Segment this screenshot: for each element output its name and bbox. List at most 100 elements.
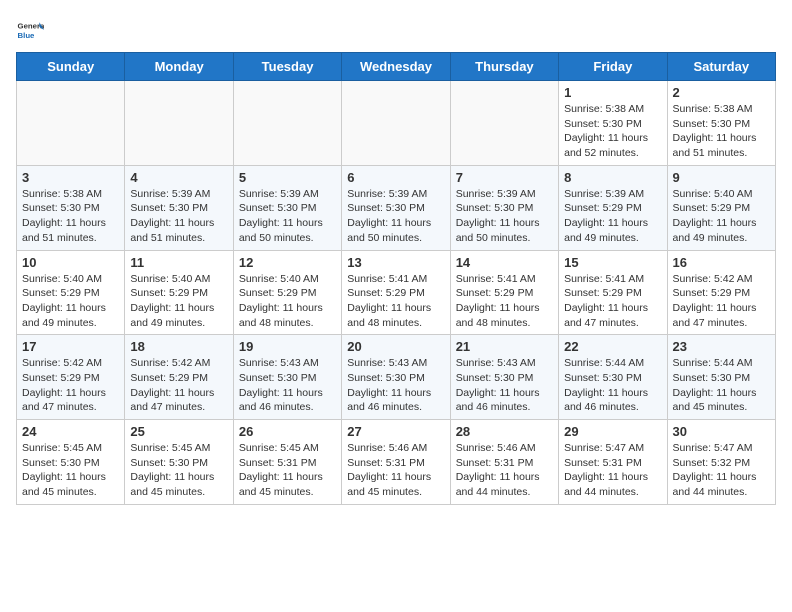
day-detail: Sunrise: 5:45 AM Sunset: 5:30 PM Dayligh… — [22, 441, 119, 500]
day-detail: Sunrise: 5:41 AM Sunset: 5:29 PM Dayligh… — [456, 272, 553, 331]
calendar-cell: 3Sunrise: 5:38 AM Sunset: 5:30 PM Daylig… — [17, 165, 125, 250]
day-detail: Sunrise: 5:41 AM Sunset: 5:29 PM Dayligh… — [564, 272, 661, 331]
day-detail: Sunrise: 5:39 AM Sunset: 5:30 PM Dayligh… — [456, 187, 553, 246]
day-detail: Sunrise: 5:39 AM Sunset: 5:30 PM Dayligh… — [347, 187, 444, 246]
day-detail: Sunrise: 5:39 AM Sunset: 5:30 PM Dayligh… — [239, 187, 336, 246]
day-number: 10 — [22, 255, 119, 270]
day-number: 27 — [347, 424, 444, 439]
calendar-cell: 26 Sunrise: 5:45 AM Sunset: 5:31 PM Dayli… — [233, 420, 341, 505]
logo-icon: General Blue — [16, 16, 44, 44]
day-detail: Sunrise: 5:38 AM Sunset: 5:30 PM Dayligh… — [564, 102, 661, 161]
day-detail: Sunrise: 5:46 AM Sunset: 5:31 PM Dayligh… — [456, 441, 553, 500]
calendar-table: SundayMondayTuesdayWednesdayThursdayFrid… — [16, 52, 776, 505]
day-number: 21 — [456, 339, 553, 354]
calendar-cell: 27 Sunrise: 5:46 AM Sunset: 5:31 PM Dayli… — [342, 420, 450, 505]
calendar-cell: 11Sunrise: 5:40 AM Sunset: 5:29 PM Dayli… — [125, 250, 233, 335]
calendar-cell: 29 Sunrise: 5:47 AM Sunset: 5:31 PM Dayli… — [559, 420, 667, 505]
day-detail: Sunrise: 5:46 AM Sunset: 5:31 PM Dayligh… — [347, 441, 444, 500]
calendar-cell: 15 Sunrise: 5:41 AM Sunset: 5:29 PM Dayli… — [559, 250, 667, 335]
day-number: 7 — [456, 170, 553, 185]
calendar-cell: 12 Sunrise: 5:40 AM Sunset: 5:29 PM Dayli… — [233, 250, 341, 335]
day-detail: Sunrise: 5:44 AM Sunset: 5:30 PM Dayligh… — [673, 356, 770, 415]
day-detail: Sunrise: 5:43 AM Sunset: 5:30 PM Dayligh… — [347, 356, 444, 415]
calendar-cell: 6Sunrise: 5:39 AM Sunset: 5:30 PM Daylig… — [342, 165, 450, 250]
day-number: 2 — [673, 85, 770, 100]
day-detail: Sunrise: 5:45 AM Sunset: 5:31 PM Dayligh… — [239, 441, 336, 500]
day-number: 28 — [456, 424, 553, 439]
day-number: 9 — [673, 170, 770, 185]
day-number: 20 — [347, 339, 444, 354]
day-detail: Sunrise: 5:43 AM Sunset: 5:30 PM Dayligh… — [456, 356, 553, 415]
day-number: 8 — [564, 170, 661, 185]
calendar-cell: 30Sunrise: 5:47 AM Sunset: 5:32 PM Dayli… — [667, 420, 775, 505]
day-number: 16 — [673, 255, 770, 270]
day-number: 19 — [239, 339, 336, 354]
day-number: 15 — [564, 255, 661, 270]
day-detail: Sunrise: 5:42 AM Sunset: 5:29 PM Dayligh… — [130, 356, 227, 415]
calendar-cell — [450, 81, 558, 166]
day-number: 22 — [564, 339, 661, 354]
calendar-cell: 22Sunrise: 5:44 AM Sunset: 5:30 PM Dayli… — [559, 335, 667, 420]
calendar-cell: 13Sunrise: 5:41 AM Sunset: 5:29 PM Dayli… — [342, 250, 450, 335]
header-sunday: Sunday — [17, 53, 125, 81]
calendar-cell: 18 Sunrise: 5:42 AM Sunset: 5:29 PM Dayli… — [125, 335, 233, 420]
calendar-week-row: 24 Sunrise: 5:45 AM Sunset: 5:30 PM Dayli… — [17, 420, 776, 505]
day-detail: Sunrise: 5:38 AM Sunset: 5:30 PM Dayligh… — [22, 187, 119, 246]
day-number: 23 — [673, 339, 770, 354]
day-detail: Sunrise: 5:40 AM Sunset: 5:29 PM Dayligh… — [239, 272, 336, 331]
calendar-cell — [125, 81, 233, 166]
header-tuesday: Tuesday — [233, 53, 341, 81]
day-number: 24 — [22, 424, 119, 439]
calendar-cell: 4 Sunrise: 5:39 AM Sunset: 5:30 PM Daylig… — [125, 165, 233, 250]
header-friday: Friday — [559, 53, 667, 81]
header-thursday: Thursday — [450, 53, 558, 81]
calendar-cell: 19 Sunrise: 5:43 AM Sunset: 5:30 PM Dayli… — [233, 335, 341, 420]
day-number: 14 — [456, 255, 553, 270]
day-number: 12 — [239, 255, 336, 270]
calendar-week-row: 3Sunrise: 5:38 AM Sunset: 5:30 PM Daylig… — [17, 165, 776, 250]
header-wednesday: Wednesday — [342, 53, 450, 81]
calendar-week-row: 17 Sunrise: 5:42 AM Sunset: 5:29 PM Dayli… — [17, 335, 776, 420]
svg-text:Blue: Blue — [18, 31, 36, 40]
calendar-cell — [17, 81, 125, 166]
day-number: 17 — [22, 339, 119, 354]
calendar-cell: 23 Sunrise: 5:44 AM Sunset: 5:30 PM Dayli… — [667, 335, 775, 420]
day-detail: Sunrise: 5:39 AM Sunset: 5:30 PM Dayligh… — [130, 187, 227, 246]
day-number: 25 — [130, 424, 227, 439]
day-detail: Sunrise: 5:45 AM Sunset: 5:30 PM Dayligh… — [130, 441, 227, 500]
day-number: 13 — [347, 255, 444, 270]
day-detail: Sunrise: 5:42 AM Sunset: 5:29 PM Dayligh… — [673, 272, 770, 331]
calendar-cell: 24 Sunrise: 5:45 AM Sunset: 5:30 PM Dayli… — [17, 420, 125, 505]
calendar-week-row: 1 Sunrise: 5:38 AM Sunset: 5:30 PM Daylig… — [17, 81, 776, 166]
day-detail: Sunrise: 5:47 AM Sunset: 5:31 PM Dayligh… — [564, 441, 661, 500]
calendar-cell: 8 Sunrise: 5:39 AM Sunset: 5:29 PM Daylig… — [559, 165, 667, 250]
calendar-cell: 14 Sunrise: 5:41 AM Sunset: 5:29 PM Dayli… — [450, 250, 558, 335]
day-number: 4 — [130, 170, 227, 185]
calendar-cell: 2 Sunrise: 5:38 AM Sunset: 5:30 PM Daylig… — [667, 81, 775, 166]
header-saturday: Saturday — [667, 53, 775, 81]
calendar-cell: 16 Sunrise: 5:42 AM Sunset: 5:29 PM Dayli… — [667, 250, 775, 335]
day-number: 29 — [564, 424, 661, 439]
calendar-cell — [233, 81, 341, 166]
day-number: 1 — [564, 85, 661, 100]
calendar-cell: 7 Sunrise: 5:39 AM Sunset: 5:30 PM Daylig… — [450, 165, 558, 250]
calendar-cell: 9Sunrise: 5:40 AM Sunset: 5:29 PM Daylig… — [667, 165, 775, 250]
calendar-cell: 28 Sunrise: 5:46 AM Sunset: 5:31 PM Dayli… — [450, 420, 558, 505]
page-header: General Blue — [16, 16, 776, 44]
calendar-week-row: 10 Sunrise: 5:40 AM Sunset: 5:29 PM Dayli… — [17, 250, 776, 335]
calendar-cell: 21 Sunrise: 5:43 AM Sunset: 5:30 PM Dayli… — [450, 335, 558, 420]
day-number: 18 — [130, 339, 227, 354]
day-detail: Sunrise: 5:40 AM Sunset: 5:29 PM Dayligh… — [130, 272, 227, 331]
day-detail: Sunrise: 5:47 AM Sunset: 5:32 PM Dayligh… — [673, 441, 770, 500]
day-detail: Sunrise: 5:43 AM Sunset: 5:30 PM Dayligh… — [239, 356, 336, 415]
calendar-header-row: SundayMondayTuesdayWednesdayThursdayFrid… — [17, 53, 776, 81]
header-monday: Monday — [125, 53, 233, 81]
calendar-cell: 25 Sunrise: 5:45 AM Sunset: 5:30 PM Dayli… — [125, 420, 233, 505]
calendar-cell: 5Sunrise: 5:39 AM Sunset: 5:30 PM Daylig… — [233, 165, 341, 250]
calendar-cell: 20 Sunrise: 5:43 AM Sunset: 5:30 PM Dayli… — [342, 335, 450, 420]
day-number: 26 — [239, 424, 336, 439]
day-detail: Sunrise: 5:39 AM Sunset: 5:29 PM Dayligh… — [564, 187, 661, 246]
day-detail: Sunrise: 5:38 AM Sunset: 5:30 PM Dayligh… — [673, 102, 770, 161]
day-detail: Sunrise: 5:42 AM Sunset: 5:29 PM Dayligh… — [22, 356, 119, 415]
calendar-cell — [342, 81, 450, 166]
